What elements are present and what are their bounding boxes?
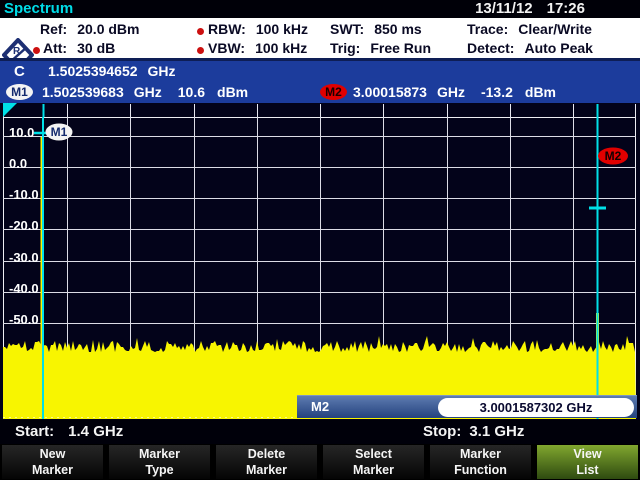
rbw-setting: RBW: 100 kHz xyxy=(208,21,308,39)
stop-frequency: Stop: 3.1 GHz xyxy=(423,423,524,440)
start-label: Start: xyxy=(15,423,54,440)
y-axis-label: -20.0 xyxy=(9,218,53,234)
marker1-level-unit: dBm xyxy=(217,84,248,100)
trace-display: M1 M2 10.0 0.0 -10.0 -20.0 -30.0 -40.0 -… xyxy=(0,103,640,420)
start-frequency: Start: 1.4 GHz xyxy=(15,423,123,440)
mode-title: Spectrum xyxy=(4,0,73,17)
marker2-badge: M2 xyxy=(320,84,347,100)
stop-label: Stop: xyxy=(423,423,461,440)
center-freq-value: 1.5025394652 GHz xyxy=(48,63,176,79)
ref-value: 20.0 dBm xyxy=(77,21,139,37)
vbw-coupling-dot-icon xyxy=(197,47,204,54)
marker1-freq: 1.502539683 xyxy=(42,84,124,100)
trace-svg: M1 M2 xyxy=(0,103,640,420)
start-value: 1.4 GHz xyxy=(68,423,123,440)
marker1-level: 10.6 xyxy=(178,84,205,100)
rbw-value: 100 kHz xyxy=(256,21,308,37)
softkey-bar: NewMarker MarkerType DeleteMarker Select… xyxy=(0,444,640,480)
trace-setting: Trace: Clear/Write xyxy=(467,21,592,39)
center-freq-number: 1.5025394652 xyxy=(48,63,138,79)
title-bar: Spectrum 13/11/12 17:26 xyxy=(0,0,640,18)
marker-frequency-input[interactable]: 3.0001587302 GHz xyxy=(438,398,634,417)
rbw-coupling-dot-icon xyxy=(197,28,204,35)
detect-label: Detect: xyxy=(467,40,514,56)
settings-panel: R S Ref:20.0 dBm RBW:100 kHz SWT:850 ms … xyxy=(0,18,640,58)
marker1-badge: M1 xyxy=(6,84,33,100)
softkey-new-marker[interactable]: NewMarker xyxy=(2,445,103,479)
vbw-value: 100 kHz xyxy=(255,40,307,56)
marker2-level: -13.2 xyxy=(481,84,513,100)
vbw-setting: VBW: 100 kHz xyxy=(208,40,307,58)
att-label: Att: xyxy=(43,40,67,56)
datetime: 13/11/12 17:26 xyxy=(461,0,585,17)
marker-entry-label: M2 xyxy=(311,399,329,414)
y-axis-label: 0.0 xyxy=(9,156,53,172)
y-axis-label: -40.0 xyxy=(9,281,53,297)
att-setting: Att: 30 dB xyxy=(43,40,115,58)
att-coupling-dot-icon xyxy=(33,47,40,54)
marker2-readout: 3.00015873 GHz -13.2 dBm xyxy=(353,84,556,100)
y-axis-label: -50.0 xyxy=(9,312,53,328)
softkey-view-list[interactable]: ViewList xyxy=(537,445,638,479)
att-value: 30 dB xyxy=(77,40,115,56)
y-axis-label: -30.0 xyxy=(9,250,53,266)
rbw-label: RBW: xyxy=(208,21,246,37)
center-freq-unit: GHz xyxy=(148,63,176,79)
marker2-freq: 3.00015873 xyxy=(353,84,427,100)
stop-value: 3.1 GHz xyxy=(469,423,524,440)
detect-value: Auto Peak xyxy=(524,40,592,56)
time-label: 17:26 xyxy=(547,0,585,17)
softkey-select-marker[interactable]: SelectMarker xyxy=(323,445,424,479)
softkey-delete-marker[interactable]: DeleteMarker xyxy=(216,445,317,479)
y-axis-label: -10.0 xyxy=(9,187,53,203)
swt-setting: SWT: 850 ms xyxy=(330,21,422,39)
marker2-level-unit: dBm xyxy=(525,84,556,100)
center-freq-label: C xyxy=(14,63,25,80)
ref-setting: Ref: 20.0 dBm xyxy=(40,21,139,39)
center-freq-row: C 1.5025394652 GHz xyxy=(0,61,640,82)
y-axis-label: 10.0 xyxy=(9,125,53,141)
marker-readout-row: M1 1.502539683 GHz 10.6 dBm M2 3.00015873 GH… xyxy=(0,82,640,103)
marker2-graph-label: M2 xyxy=(605,149,622,163)
marker1-freq-unit: GHz xyxy=(134,84,162,100)
marker-entry-box: M2 3.0001587302 GHz xyxy=(297,395,637,418)
marker2-freq-unit: GHz xyxy=(437,84,465,100)
marker1-readout: 1.502539683 GHz 10.6 dBm xyxy=(42,84,248,100)
ref-label: Ref: xyxy=(40,21,67,37)
detect-setting: Detect: Auto Peak xyxy=(467,40,593,58)
status-bar: Start: 1.4 GHz Stop: 3.1 GHz xyxy=(0,420,640,444)
trace-label: Trace: xyxy=(467,21,508,37)
swt-label: SWT: xyxy=(330,21,364,37)
marker1-graph-label: M1 xyxy=(51,125,68,139)
svg-text:R: R xyxy=(13,46,21,57)
trace-value: Clear/Write xyxy=(518,21,592,37)
softkey-marker-type[interactable]: MarkerType xyxy=(109,445,210,479)
spectrum-analyzer-screen: Spectrum 13/11/1217:26 R S Ref:20.0 dBm … xyxy=(0,0,640,480)
vbw-label: VBW: xyxy=(208,40,245,56)
swt-value: 850 ms xyxy=(374,21,421,37)
softkey-marker-function[interactable]: MarkerFunction xyxy=(430,445,531,479)
date-label: 13/11/12 xyxy=(475,0,533,17)
trig-label: Trig: xyxy=(330,40,360,56)
trig-value: Free Run xyxy=(370,40,431,56)
trig-setting: Trig: Free Run xyxy=(330,40,431,58)
